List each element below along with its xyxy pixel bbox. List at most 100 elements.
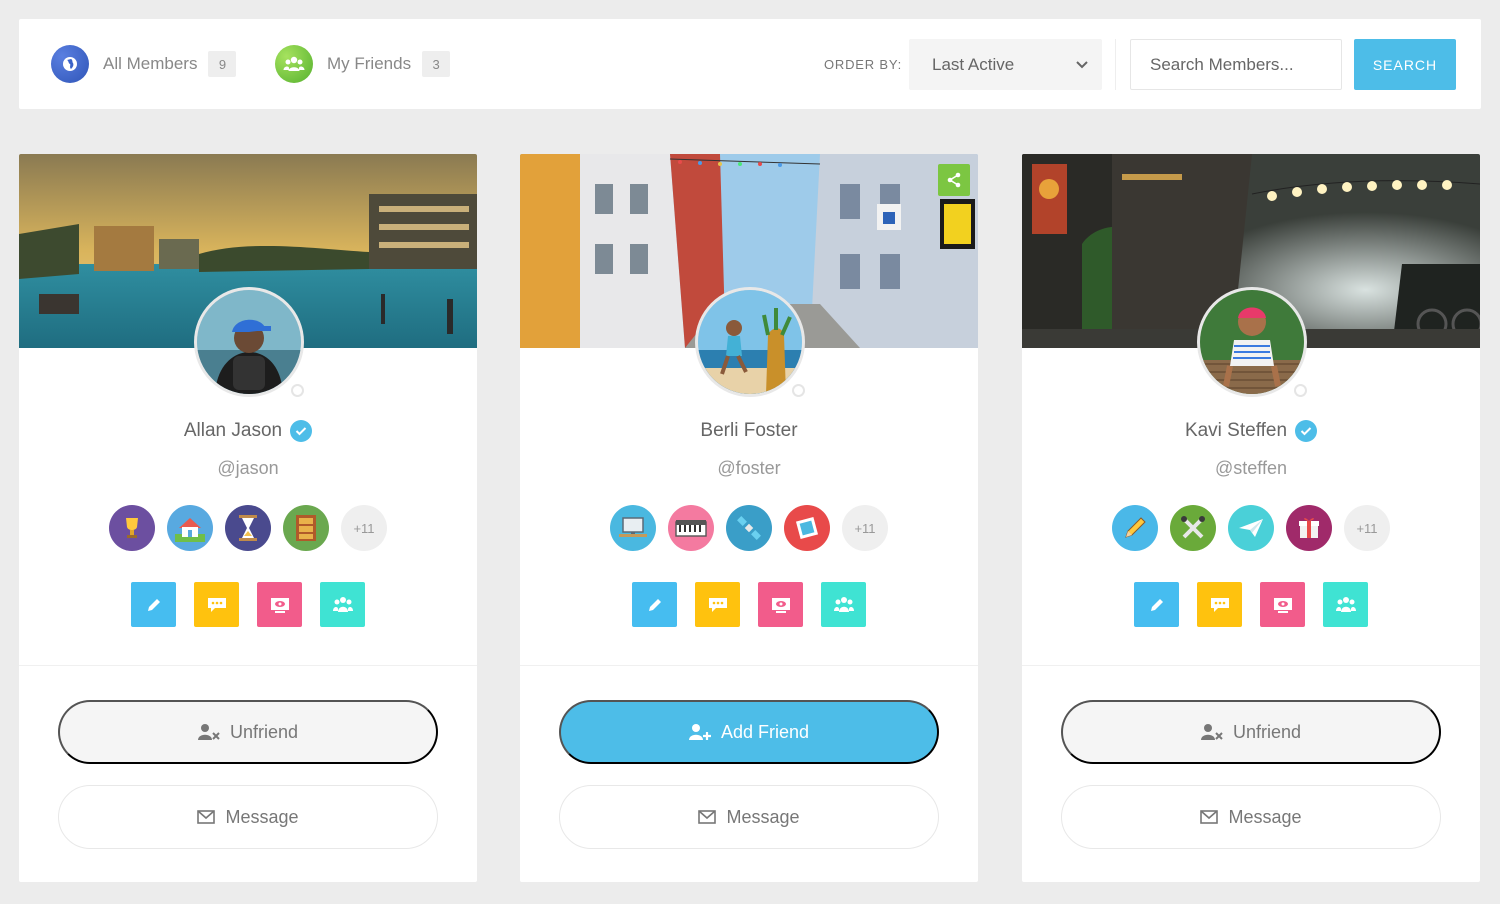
envelope-icon <box>698 810 717 824</box>
add-friend-button[interactable]: Add Friend <box>559 700 939 764</box>
message-label: Message <box>1228 806 1302 827</box>
view-profile-action-button[interactable] <box>758 582 803 627</box>
bookshelf-badge[interactable] <box>283 505 329 551</box>
order-by-value: Last Active <box>932 54 1015 74</box>
avatar[interactable] <box>695 287 805 397</box>
edit-action-button[interactable] <box>131 582 176 627</box>
add-friend-label: Add Friend <box>720 721 810 742</box>
pencil-badge[interactable] <box>1112 505 1158 551</box>
group-icon <box>332 596 353 612</box>
envelope-icon <box>1200 810 1219 824</box>
chat-action-button[interactable] <box>1197 582 1242 627</box>
trophy-badge[interactable] <box>109 505 155 551</box>
chat-action-button[interactable] <box>695 582 740 627</box>
card-divider <box>19 665 477 666</box>
message-button[interactable]: Message <box>1061 785 1441 849</box>
member-name[interactable]: Allan Jason <box>184 420 282 442</box>
search-members-input[interactable] <box>1130 39 1342 90</box>
tab-all-members-count: 9 <box>208 51 237 77</box>
user-remove-icon <box>1200 723 1223 741</box>
unfriend-label: Unfriend <box>229 721 299 742</box>
tab-all-members-label: All Members <box>103 54 198 73</box>
tools-badge[interactable] <box>1170 505 1216 551</box>
view-profile-action-button[interactable] <box>257 582 302 627</box>
share-button[interactable] <box>938 164 970 196</box>
member-card: Allan Jason @jason +11 Unfriend Message <box>19 154 477 882</box>
chat-bubble-icon <box>207 597 226 612</box>
user-add-icon <box>688 723 711 741</box>
member-handle: @foster <box>717 458 781 478</box>
tab-my-friends-count: 3 <box>422 51 451 77</box>
avatar[interactable] <box>194 287 304 397</box>
verified-icon <box>1295 420 1318 442</box>
satellite-badge[interactable] <box>726 505 772 551</box>
search-button[interactable]: SEARCH <box>1354 39 1456 90</box>
tab-all-members[interactable]: All Members 9 <box>51 45 237 83</box>
order-by-select[interactable]: Last Active <box>909 39 1102 90</box>
member-name[interactable]: Kavi Steffen <box>1185 420 1287 442</box>
card-divider <box>520 665 978 666</box>
paper-plane-badge[interactable] <box>1228 505 1274 551</box>
more-badges-button[interactable]: +11 <box>1344 505 1390 551</box>
edit-action-button[interactable] <box>632 582 677 627</box>
member-card: Berli Foster @foster +11 Add Friend Mess… <box>520 154 978 882</box>
chat-bubble-icon <box>1210 597 1229 612</box>
keyboard-badge[interactable] <box>668 505 714 551</box>
pencil-icon <box>648 598 661 611</box>
card-divider <box>1022 665 1480 666</box>
groups-action-button[interactable] <box>320 582 365 627</box>
message-label: Message <box>726 806 800 827</box>
pencil-icon <box>147 598 160 611</box>
status-dot <box>792 384 805 397</box>
envelope-icon <box>197 810 216 824</box>
member-handle: @jason <box>217 458 279 478</box>
hourglass-badge[interactable] <box>225 505 271 551</box>
member-actions <box>19 582 477 627</box>
badge-list: +11 <box>1022 505 1480 551</box>
groups-action-button[interactable] <box>821 582 866 627</box>
stamp-badge[interactable] <box>784 505 830 551</box>
more-badges-button[interactable]: +11 <box>341 505 387 551</box>
badge-list: +11 <box>19 505 477 551</box>
globe-icon <box>51 45 89 83</box>
monitor-eye-icon <box>771 597 790 613</box>
monitor-eye-icon <box>1273 597 1292 613</box>
chat-action-button[interactable] <box>194 582 239 627</box>
group-icon <box>1335 596 1356 612</box>
pencil-icon <box>1150 598 1163 611</box>
badge-list: +11 <box>520 505 978 551</box>
chevron-down-icon <box>1076 61 1088 69</box>
member-handle: @steffen <box>1215 458 1287 478</box>
tab-my-friends[interactable]: My Friends 3 <box>275 45 451 83</box>
member-card: Kavi Steffen @steffen +11 Unfriend Messa… <box>1022 154 1480 882</box>
status-dot <box>1294 384 1307 397</box>
computer-badge[interactable] <box>610 505 656 551</box>
monitor-eye-icon <box>270 597 289 613</box>
message-button[interactable]: Message <box>58 785 438 849</box>
message-button[interactable]: Message <box>559 785 939 849</box>
house-badge[interactable] <box>167 505 213 551</box>
gift-badge[interactable] <box>1286 505 1332 551</box>
order-by-label: ORDER BY: <box>824 57 902 72</box>
unfriend-label: Unfriend <box>1232 721 1302 742</box>
more-badges-button[interactable]: +11 <box>842 505 888 551</box>
toolbar-divider <box>1115 39 1116 90</box>
member-actions <box>520 582 978 627</box>
avatar[interactable] <box>1197 287 1307 397</box>
edit-action-button[interactable] <box>1134 582 1179 627</box>
member-name[interactable]: Berli Foster <box>700 420 797 442</box>
user-remove-icon <box>197 723 220 741</box>
users-icon <box>275 45 313 83</box>
verified-icon <box>290 420 313 442</box>
unfriend-button[interactable]: Unfriend <box>1061 700 1441 764</box>
share-icon <box>947 172 961 188</box>
message-label: Message <box>225 806 299 827</box>
member-actions <box>1022 582 1480 627</box>
chat-bubble-icon <box>708 597 727 612</box>
members-toolbar: All Members 9 My Friends 3 ORDER BY: Las… <box>19 19 1481 109</box>
group-icon <box>833 596 854 612</box>
unfriend-button[interactable]: Unfriend <box>58 700 438 764</box>
view-profile-action-button[interactable] <box>1260 582 1305 627</box>
groups-action-button[interactable] <box>1323 582 1368 627</box>
tab-my-friends-label: My Friends <box>327 54 412 73</box>
